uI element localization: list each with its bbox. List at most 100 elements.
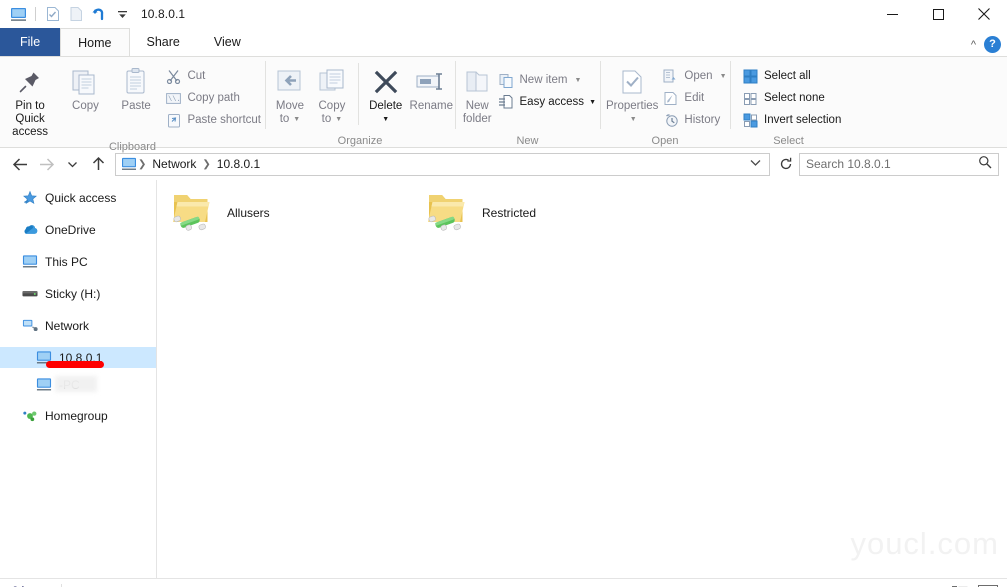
new-item-button[interactable]: New item ▼ (494, 69, 601, 91)
select-none-label: Select none (764, 92, 825, 104)
breadcrumb[interactable]: ❯ Network ❯ 10.8.0.1 (115, 152, 770, 176)
rename-button[interactable]: Rename (408, 61, 455, 113)
paste-button[interactable]: Paste (111, 61, 162, 113)
forward-button[interactable] (34, 152, 58, 176)
ribbon: Pin to Quick access Copy Paste Cut \\. C… (0, 56, 1007, 153)
drive-icon (22, 286, 38, 302)
this-pc-icon[interactable] (8, 4, 28, 24)
view-mode-buttons (949, 582, 999, 587)
properties-label: Properties (606, 100, 659, 112)
edit-button[interactable]: Edit (658, 87, 730, 109)
select-all-button[interactable]: Select all (738, 65, 845, 87)
ribbon-group-label-new: New (516, 135, 539, 147)
tab-view[interactable]: View (197, 28, 258, 56)
monitor-icon (22, 254, 38, 270)
help-icon[interactable]: ? (984, 36, 1001, 53)
select-all-label: Select all (764, 70, 811, 82)
copy-to-label-line2: to (321, 113, 332, 125)
window-controls (869, 0, 1007, 28)
tab-home[interactable]: Home (60, 28, 130, 56)
undo-icon[interactable] (89, 4, 109, 24)
list-item-label: Allusers (227, 205, 270, 220)
cut-button[interactable]: Cut (161, 65, 265, 87)
minimize-button[interactable] (869, 0, 915, 28)
pin-to-quick-access-button[interactable]: Pin to Quick access (0, 61, 60, 139)
pin-icon (17, 64, 43, 100)
explorer-body: Quick access OneDrive This PC Sticky (H:… (0, 180, 1007, 578)
back-button[interactable] (8, 152, 32, 176)
sidebar-item-this-pc[interactable]: This PC (0, 251, 156, 272)
chevron-down-icon: ▼ (293, 116, 301, 123)
ribbon-group-label-organize: Organize (337, 135, 383, 147)
copy-button[interactable]: Copy (60, 61, 111, 113)
collapse-ribbon-icon[interactable]: ^ (971, 39, 976, 51)
properties-button[interactable]: Properties ▼ (606, 61, 658, 126)
properties-big-icon (619, 64, 645, 100)
breadcrumb-item-host[interactable]: 10.8.0.1 (212, 157, 265, 171)
new-folder-big-icon (463, 64, 491, 100)
copy-to-icon (317, 64, 347, 100)
maximize-button[interactable] (915, 0, 961, 28)
scissors-icon (165, 68, 182, 85)
recent-locations-button[interactable] (60, 152, 84, 176)
this-pc-icon[interactable] (121, 157, 137, 171)
details-view-button[interactable] (949, 582, 971, 587)
chevron-down-icon: ▼ (574, 76, 582, 84)
tab-bar-right-controls: ^ ? (971, 36, 1001, 53)
sidebar-item-label: OneDrive (45, 222, 96, 237)
properties-icon[interactable] (43, 4, 63, 24)
breadcrumb-item-network[interactable]: Network (147, 157, 201, 171)
copy-path-button[interactable]: \\.. Copy path (161, 87, 265, 109)
breadcrumb-dropdown-icon[interactable] (750, 159, 767, 169)
breadcrumb-separator[interactable]: ❯ (137, 159, 147, 170)
tab-file[interactable]: File (0, 28, 61, 56)
list-item[interactable]: Restricted (422, 186, 536, 239)
sidebar-item-pc[interactable]: -PC (0, 374, 156, 395)
copy-to-button[interactable]: Copy to ▼ (311, 61, 353, 126)
refresh-button[interactable] (775, 153, 797, 176)
new-folder-icon[interactable] (66, 4, 86, 24)
easy-access-button[interactable]: Easy access ▼ (494, 91, 601, 113)
redaction-mark (46, 361, 104, 368)
search-input[interactable]: Search 10.8.0.1 (799, 152, 999, 176)
new-item-icon (498, 72, 515, 89)
customize-caret-icon[interactable] (112, 4, 132, 24)
new-item-label: New item (519, 74, 568, 86)
sidebar-item-sticky-h[interactable]: Sticky (H:) (0, 283, 156, 304)
tab-share[interactable]: Share (130, 28, 197, 56)
open-button[interactable]: Open ▼ (658, 65, 730, 87)
file-list-pane[interactable]: Allusers Restricted youcl.com (157, 180, 1007, 578)
ribbon-group-clipboard: Pin to Quick access Copy Paste Cut \\. C… (0, 57, 265, 153)
select-none-button[interactable]: Select none (738, 87, 845, 109)
organize-divider (357, 63, 359, 125)
sidebar-item-quick-access[interactable]: Quick access (0, 187, 156, 208)
new-folder-button[interactable]: New folder (461, 61, 494, 126)
star-icon (22, 190, 38, 206)
large-icons-view-button[interactable] (977, 582, 999, 587)
invert-selection-button[interactable]: Invert selection (738, 109, 845, 131)
delete-button[interactable]: Delete ▼ (364, 61, 408, 126)
cut-label: Cut (187, 70, 206, 82)
copy-label: Copy (72, 100, 99, 112)
invert-selection-label: Invert selection (764, 114, 842, 126)
move-to-button[interactable]: Move to ▼ (269, 61, 311, 126)
qat-separator (35, 7, 36, 21)
history-button[interactable]: History (658, 109, 730, 131)
search-icon[interactable] (978, 155, 992, 174)
paste-shortcut-icon (165, 112, 182, 129)
up-button[interactable] (86, 152, 110, 176)
sidebar-item-onedrive[interactable]: OneDrive (0, 219, 156, 240)
select-all-icon (742, 68, 759, 85)
ribbon-tab-bar: File Home Share View ^ ? (0, 28, 1007, 56)
paste-shortcut-button[interactable]: Paste shortcut (161, 109, 265, 131)
breadcrumb-separator[interactable]: ❯ (201, 159, 211, 170)
list-item[interactable]: Allusers (167, 186, 270, 239)
paste-label: Paste (121, 100, 151, 112)
sidebar-item-homegroup[interactable]: Homegroup (0, 405, 156, 426)
sidebar-item-network[interactable]: Network (0, 315, 156, 336)
easy-access-icon (498, 94, 515, 111)
ribbon-group-label-select: Select (773, 135, 804, 147)
sidebar-item-10-8-0-1[interactable]: 10.8.0.1 (0, 347, 156, 368)
sidebar-item-label: Network (45, 318, 90, 333)
close-button[interactable] (961, 0, 1007, 28)
